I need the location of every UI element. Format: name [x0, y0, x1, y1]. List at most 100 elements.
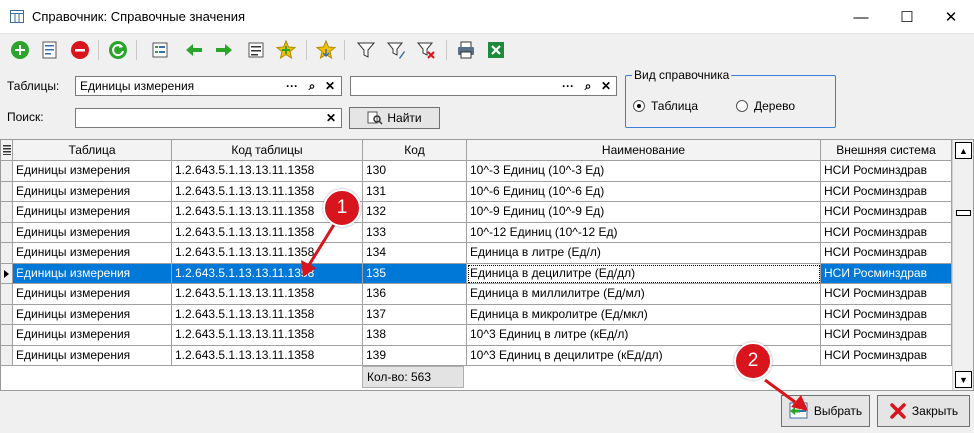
- column-header-table-code[interactable]: Код таблицы: [172, 140, 363, 161]
- row-selector[interactable]: [1, 304, 13, 325]
- cell-code[interactable]: 133: [363, 222, 467, 243]
- row-selector[interactable]: [1, 263, 13, 284]
- cell-code[interactable]: 137: [363, 304, 467, 325]
- cell-external-system[interactable]: НСИ Росминздрав: [821, 181, 952, 202]
- cell-table[interactable]: Единицы измерения: [13, 345, 172, 366]
- clear-icon[interactable]: ✕: [598, 77, 614, 95]
- close-window-button[interactable]: ✕: [928, 0, 974, 34]
- cell-external-system[interactable]: НСИ Росминздрав: [821, 161, 952, 182]
- cell-external-system[interactable]: НСИ Росминздрав: [821, 202, 952, 223]
- column-header-code[interactable]: Код: [363, 140, 467, 161]
- cell-name[interactable]: 10^-6 Единиц (10^-6 Ед): [467, 181, 821, 202]
- table-row[interactable]: Единицы измерения 1.2.643.5.1.13.13.11.13…: [1, 304, 952, 325]
- column-header-table[interactable]: Таблица: [13, 140, 172, 161]
- ellipsis-button[interactable]: ···: [560, 77, 576, 95]
- cell-table[interactable]: Единицы измерения: [13, 222, 172, 243]
- cell-table-code[interactable]: 1.2.643.5.1.13.13.11.1358: [172, 304, 363, 325]
- properties-button[interactable]: [148, 38, 172, 62]
- cell-table[interactable]: Единицы измерения: [13, 243, 172, 264]
- search-icon[interactable]: ⌕: [580, 77, 596, 95]
- cell-table[interactable]: Единицы измерения: [13, 161, 172, 182]
- cell-table[interactable]: Единицы измерения: [13, 263, 172, 284]
- cell-name[interactable]: 10^3 Единиц в литре (кЕд/л): [467, 325, 821, 346]
- table-row[interactable]: Единицы измерения 1.2.643.5.1.13.13.11.13…: [1, 161, 952, 182]
- filter-button[interactable]: [354, 38, 378, 62]
- cell-table-code[interactable]: 1.2.643.5.1.13.13.11.1358: [172, 263, 363, 284]
- table-row[interactable]: Единицы измерения 1.2.643.5.1.13.13.11.13…: [1, 263, 952, 284]
- view-tree-radio[interactable]: [736, 100, 748, 112]
- vertical-scrollbar[interactable]: ▲ ▼: [952, 140, 973, 390]
- row-selector[interactable]: [1, 181, 13, 202]
- cell-table[interactable]: Единицы измерения: [13, 181, 172, 202]
- cell-external-system[interactable]: НСИ Росминздрав: [821, 345, 952, 366]
- ellipsis-button[interactable]: ···: [284, 77, 300, 95]
- table-row[interactable]: Единицы измерения 1.2.643.5.1.13.13.11.13…: [1, 345, 952, 366]
- cell-external-system[interactable]: НСИ Росминздрав: [821, 243, 952, 264]
- scroll-up-icon[interactable]: ▲: [955, 142, 972, 159]
- cell-external-system[interactable]: НСИ Росминздрав: [821, 222, 952, 243]
- cell-table[interactable]: Единицы измерения: [13, 304, 172, 325]
- row-selector[interactable]: [1, 243, 13, 264]
- cell-table-code[interactable]: 1.2.643.5.1.13.13.11.1358: [172, 243, 363, 264]
- cell-table-code[interactable]: 1.2.643.5.1.13.13.11.1358: [172, 284, 363, 305]
- list-button[interactable]: [244, 38, 268, 62]
- cell-external-system[interactable]: НСИ Росминздрав: [821, 263, 952, 284]
- cell-code[interactable]: 139: [363, 345, 467, 366]
- search-input[interactable]: [75, 108, 342, 128]
- table-row[interactable]: Единицы измерения 1.2.643.5.1.13.13.11.13…: [1, 243, 952, 264]
- cell-external-system[interactable]: НСИ Росминздрав: [821, 325, 952, 346]
- add-button[interactable]: [8, 38, 32, 62]
- table-row[interactable]: Единицы измерения 1.2.643.5.1.13.13.11.13…: [1, 284, 952, 305]
- column-header-name[interactable]: Наименование: [467, 140, 821, 161]
- table-row[interactable]: Единицы измерения 1.2.643.5.1.13.13.11.13…: [1, 181, 952, 202]
- table-row[interactable]: Единицы измерения 1.2.643.5.1.13.13.11.13…: [1, 202, 952, 223]
- cell-table-code[interactable]: 1.2.643.5.1.13.13.11.1358: [172, 325, 363, 346]
- cell-name[interactable]: Единица в миллилитре (Ед/мл): [467, 284, 821, 305]
- find-button[interactable]: Найти: [349, 107, 440, 129]
- delete-button[interactable]: [68, 38, 92, 62]
- cell-code[interactable]: 135: [363, 263, 467, 284]
- grid-corner-icon[interactable]: [1, 140, 13, 161]
- cell-table[interactable]: Единицы измерения: [13, 202, 172, 223]
- row-selector[interactable]: [1, 161, 13, 182]
- edit-button[interactable]: [38, 38, 62, 62]
- cell-table[interactable]: Единицы измерения: [13, 325, 172, 346]
- row-selector[interactable]: [1, 325, 13, 346]
- clear-icon[interactable]: ✕: [322, 77, 338, 95]
- cell-code[interactable]: 132: [363, 202, 467, 223]
- cell-table[interactable]: Единицы измерения: [13, 284, 172, 305]
- cell-code[interactable]: 130: [363, 161, 467, 182]
- search-icon[interactable]: ⌕: [304, 77, 320, 95]
- scroll-thumb[interactable]: [956, 210, 971, 216]
- minimize-button[interactable]: —: [838, 0, 884, 34]
- cell-code[interactable]: 134: [363, 243, 467, 264]
- table-row[interactable]: Единицы измерения 1.2.643.5.1.13.13.11.13…: [1, 222, 952, 243]
- filter-edit-button[interactable]: [384, 38, 408, 62]
- cell-code[interactable]: 131: [363, 181, 467, 202]
- scroll-down-icon[interactable]: ▼: [955, 371, 972, 388]
- maximize-button[interactable]: ☐: [884, 0, 930, 34]
- select-button[interactable]: Выбрать: [781, 395, 870, 427]
- forward-button[interactable]: [212, 38, 236, 62]
- cell-name[interactable]: 10^-12 Единиц (10^-12 Ед): [467, 222, 821, 243]
- cell-code[interactable]: 136: [363, 284, 467, 305]
- add-child-button[interactable]: [274, 38, 298, 62]
- cell-name[interactable]: 10^-3 Единиц (10^-3 Ед): [467, 161, 821, 182]
- clear-search-icon[interactable]: ✕: [323, 109, 339, 127]
- view-table-radio[interactable]: [633, 100, 645, 112]
- print-button[interactable]: [454, 38, 478, 62]
- row-selector[interactable]: [1, 202, 13, 223]
- favorites-button[interactable]: [314, 38, 338, 62]
- row-selector[interactable]: [1, 284, 13, 305]
- cell-code[interactable]: 138: [363, 325, 467, 346]
- cell-name[interactable]: Единица в микролитре (Ед/мкл): [467, 304, 821, 325]
- tables-input-secondary[interactable]: [350, 76, 617, 96]
- filter-clear-button[interactable]: [414, 38, 438, 62]
- cell-external-system[interactable]: НСИ Росминздрав: [821, 304, 952, 325]
- row-selector[interactable]: [1, 222, 13, 243]
- cell-name[interactable]: Единица в литре (Ед/л): [467, 243, 821, 264]
- row-selector[interactable]: [1, 345, 13, 366]
- tables-input[interactable]: Единицы измерения: [75, 76, 342, 96]
- cell-name[interactable]: 10^-9 Единиц (10^-9 Ед): [467, 202, 821, 223]
- close-button[interactable]: Закрыть: [877, 395, 970, 427]
